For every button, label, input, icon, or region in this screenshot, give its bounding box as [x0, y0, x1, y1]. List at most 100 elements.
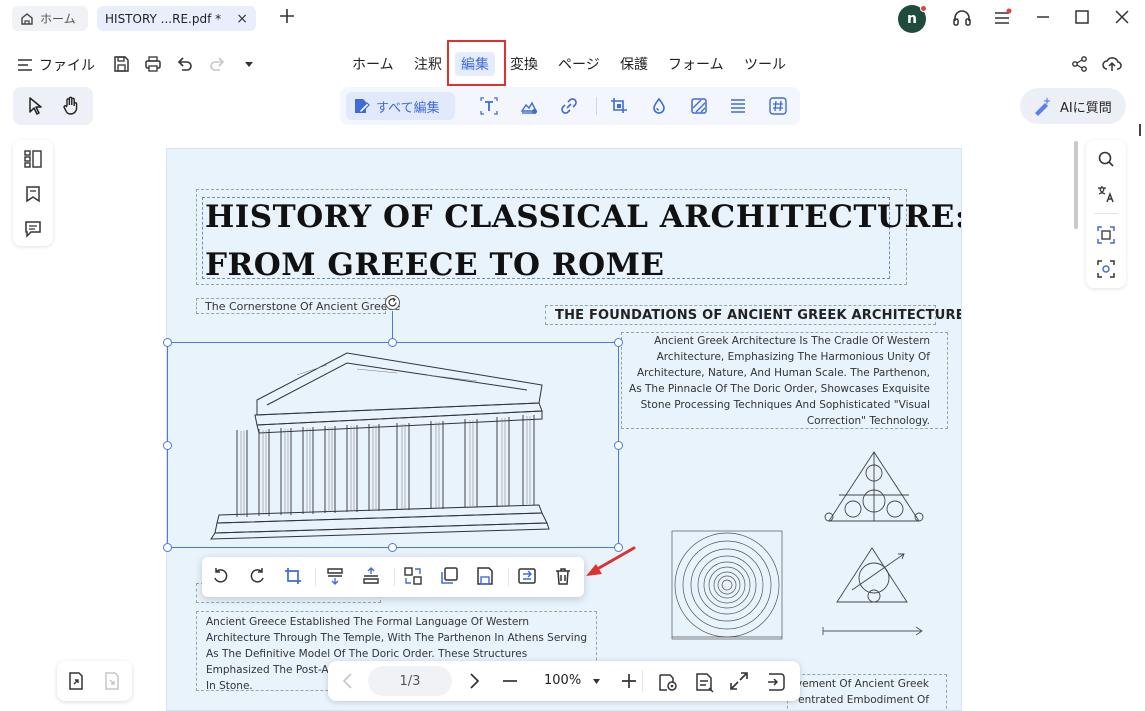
share-icon[interactable]	[1071, 55, 1089, 73]
save-image-icon[interactable]	[475, 566, 497, 588]
collapse-panel-icon[interactable]	[765, 671, 787, 693]
add-text-icon[interactable]	[480, 97, 498, 115]
left-sidebar	[13, 140, 53, 246]
title-line-1: HISTORY OF CLASSICAL ARCHITECTURE:	[205, 199, 962, 235]
triangle-arrow-diagram	[832, 544, 912, 609]
maximize-icon[interactable]	[1073, 8, 1093, 28]
zoom-in-icon[interactable]	[619, 671, 639, 691]
bates-number-icon[interactable]	[769, 97, 787, 115]
insert-page-icon[interactable]	[66, 671, 86, 691]
redo-icon[interactable]	[208, 55, 226, 73]
replace-image-icon[interactable]	[403, 566, 425, 588]
vertical-scrollbar[interactable]	[1074, 141, 1078, 229]
save-icon[interactable]	[112, 55, 130, 73]
resize-handle-left[interactable]	[163, 441, 172, 450]
close-tab-icon[interactable]: ×	[236, 11, 248, 27]
right-paragraph-line: Architecture, Nature, And Human Scale. T…	[637, 367, 930, 379]
image-selection-box[interactable]	[167, 342, 619, 548]
resize-handle-bottom[interactable]	[388, 543, 397, 552]
pointer-arrow-annotation	[582, 544, 638, 580]
image-caption-box[interactable]: The Cornerstone Of Ancient Greece	[196, 298, 400, 314]
menu-annotate[interactable]: 注釈	[414, 54, 442, 74]
hand-tool-icon[interactable]	[61, 96, 81, 116]
watermark-icon[interactable]	[650, 97, 668, 115]
background-icon[interactable]	[690, 97, 708, 115]
extract-page-icon[interactable]	[102, 671, 122, 691]
ask-ai-button[interactable]: AIに質問	[1020, 88, 1126, 124]
copy-image-icon[interactable]	[439, 566, 461, 588]
zoom-out-icon[interactable]	[500, 671, 520, 691]
menu-protect[interactable]: 保護	[620, 54, 648, 74]
menu-home[interactable]: ホーム	[352, 54, 394, 74]
file-menu-button[interactable]: ファイル	[17, 55, 95, 75]
crop-page-icon[interactable]	[610, 97, 628, 115]
zoom-dropdown-icon[interactable]	[592, 677, 601, 686]
right-sidebar	[1086, 140, 1126, 288]
menu-tools[interactable]: ツール	[744, 54, 786, 74]
left-paragraph-line: As The Definitive Model Of The Doric Ord…	[206, 648, 528, 660]
resize-handle-top-left[interactable]	[163, 338, 172, 347]
page-indicator[interactable]: 1/3	[368, 666, 452, 696]
edit-all-button[interactable]: すべて編集	[346, 92, 455, 120]
edit-all-label: すべて編集	[376, 100, 440, 116]
menu-lines-icon	[17, 57, 33, 73]
right-paragraph-line: As The Pinnacle Of The Doric Order, Show…	[629, 383, 930, 395]
add-image-icon[interactable]	[520, 97, 538, 115]
next-page-icon[interactable]	[464, 671, 484, 691]
header-footer-icon[interactable]	[729, 97, 747, 115]
menu-form[interactable]: フォーム	[668, 54, 724, 74]
extract-image-icon[interactable]	[517, 566, 539, 588]
bookmark-icon[interactable]	[24, 185, 42, 203]
section-heading-box[interactable]: THE FOUNDATIONS OF ANCIENT GREEK ARCHITE…	[545, 305, 961, 325]
tab-document-label: HISTORY ...RE.pdf *	[105, 11, 222, 26]
ocr-icon[interactable]	[1097, 226, 1115, 244]
tab-home[interactable]: ホーム	[12, 6, 88, 31]
tab-document[interactable]: HISTORY ...RE.pdf * ×	[97, 6, 256, 31]
minimize-icon[interactable]	[1034, 8, 1054, 28]
hamburger-menu-icon[interactable]	[992, 8, 1012, 28]
resize-handle-top[interactable]	[388, 338, 397, 347]
image-toolbar-divider	[315, 568, 316, 586]
zoom-level[interactable]: 100%	[544, 673, 581, 688]
page-layout-icon[interactable]	[693, 671, 715, 693]
rotate-left-icon[interactable]	[211, 566, 233, 588]
right-paragraph-box[interactable]: Ancient Greek Architecture Is The Cradle…	[621, 332, 948, 429]
search-icon[interactable]	[1097, 150, 1115, 168]
left-paragraph-line: Architecture Through The Temple, With Th…	[206, 632, 588, 644]
title-bar: ホーム HISTORY ...RE.pdf * × n	[0, 0, 1145, 36]
read-mode-icon[interactable]	[657, 671, 679, 693]
cloud-upload-icon[interactable]	[1102, 55, 1122, 73]
resize-handle-top-right[interactable]	[614, 338, 623, 347]
previous-page-icon[interactable]	[338, 671, 358, 691]
triangle-circles-diagram	[819, 447, 929, 527]
quick-access-dropdown-icon[interactable]	[244, 59, 254, 69]
nav-divider	[642, 670, 643, 692]
fit-page-icon[interactable]	[729, 671, 749, 691]
headset-icon[interactable]	[951, 8, 971, 28]
title-text-box[interactable]: HISTORY OF CLASSICAL ARCHITECTURE: FROM …	[202, 197, 961, 283]
crop-image-icon[interactable]	[283, 566, 305, 588]
right-paragraph-line: Correction" Technology.	[806, 415, 930, 427]
screenshot-icon[interactable]	[1097, 260, 1115, 278]
undo-icon[interactable]	[176, 55, 194, 73]
menu-page[interactable]: ページ	[558, 54, 600, 74]
flip-vertical-icon[interactable]	[325, 566, 347, 588]
link-icon[interactable]	[560, 97, 578, 115]
select-cursor-icon[interactable]	[25, 96, 45, 116]
rotate-right-icon[interactable]	[247, 566, 269, 588]
bottom-right-paragraph-box[interactable]: vement Of Ancient Greek entrated Embodim…	[787, 674, 947, 710]
menu-convert[interactable]: 変換	[510, 54, 538, 74]
close-window-icon[interactable]	[1113, 8, 1133, 28]
new-tab-icon[interactable]	[278, 7, 298, 27]
image-toolbar	[202, 557, 584, 597]
print-icon[interactable]	[144, 55, 162, 73]
resize-handle-right[interactable]	[614, 441, 623, 450]
thumbnails-icon[interactable]	[24, 150, 42, 168]
avatar[interactable]: n	[898, 5, 927, 33]
rotate-handle-icon[interactable]	[385, 295, 400, 310]
resize-handle-bottom-left[interactable]	[163, 543, 172, 552]
delete-icon[interactable]	[553, 566, 575, 588]
translate-icon[interactable]	[1097, 185, 1115, 203]
comment-icon[interactable]	[24, 220, 42, 238]
flip-horizontal-icon[interactable]	[361, 566, 383, 588]
